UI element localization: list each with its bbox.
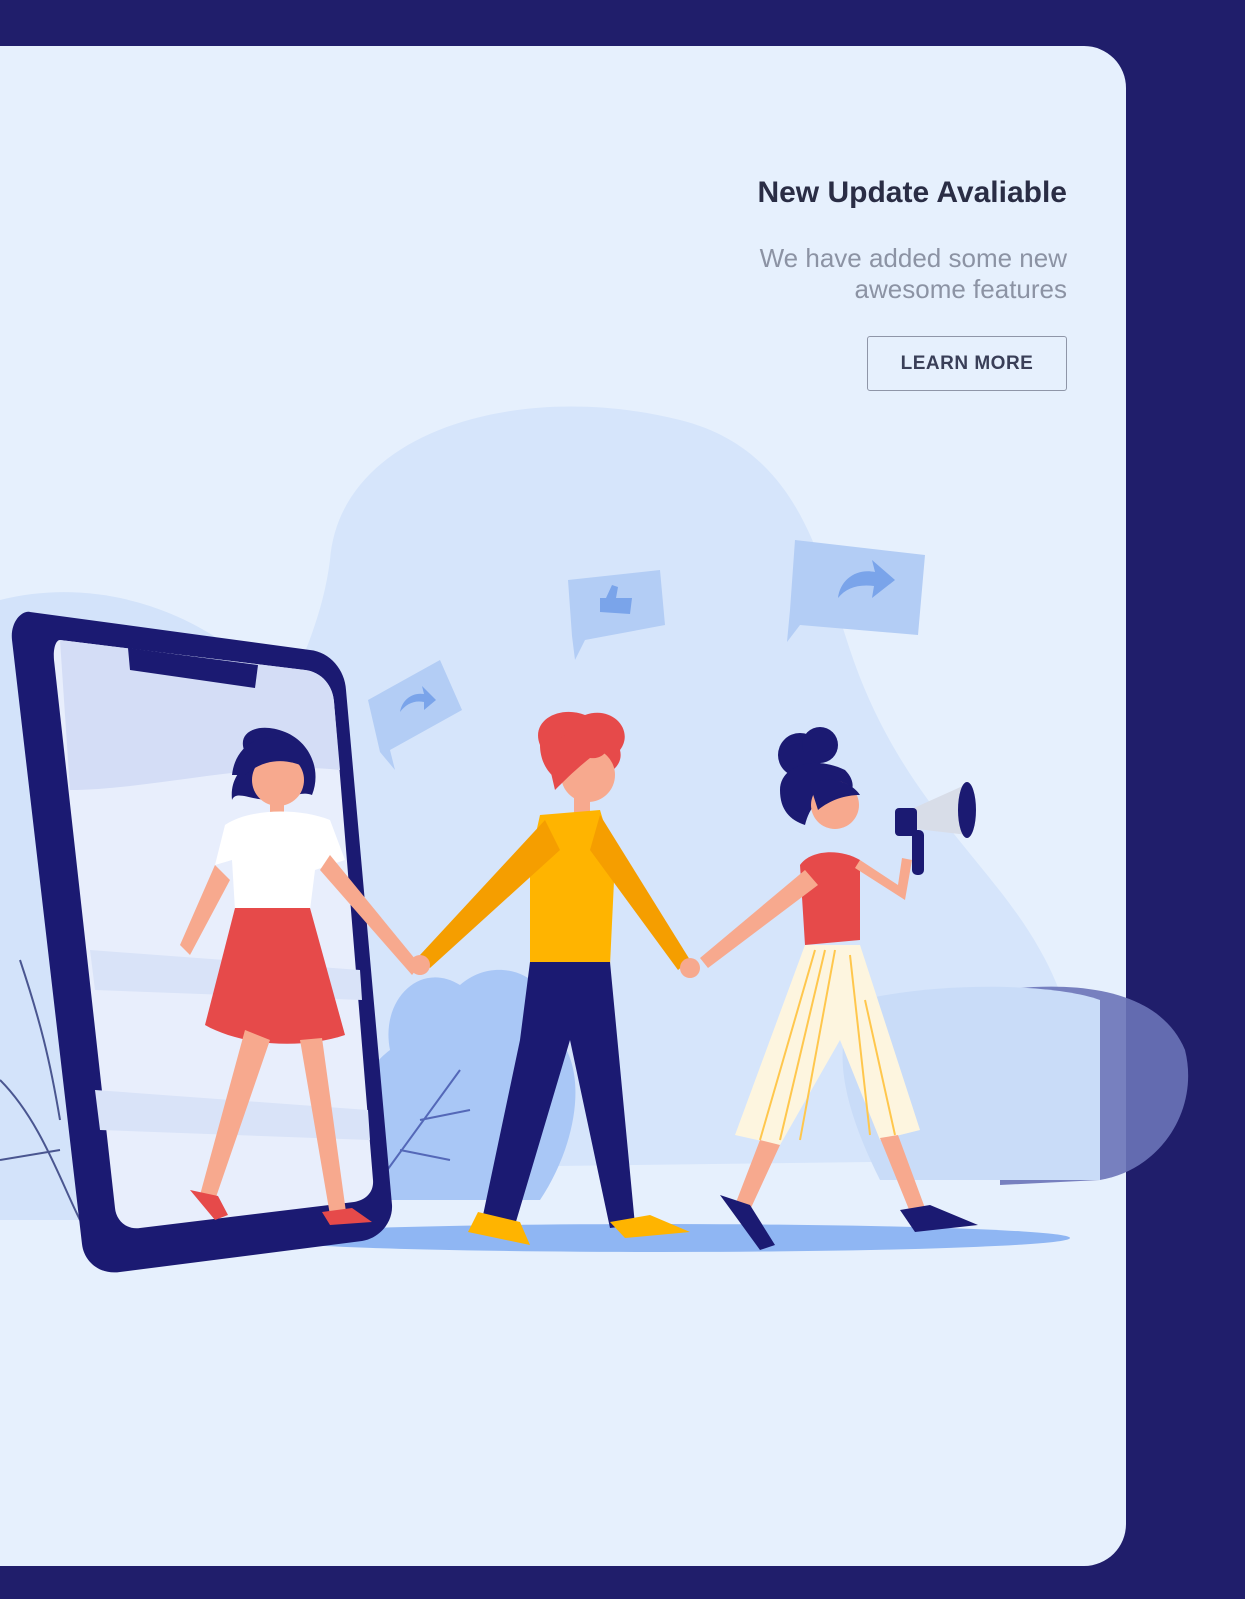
people-walking-illustration [0,406,1189,1273]
update-description: We have added some new awesome features [759,243,1067,304]
learn-more-button[interactable]: LEARN MORE [867,336,1067,391]
update-title: New Update Avaliable [757,176,1067,209]
